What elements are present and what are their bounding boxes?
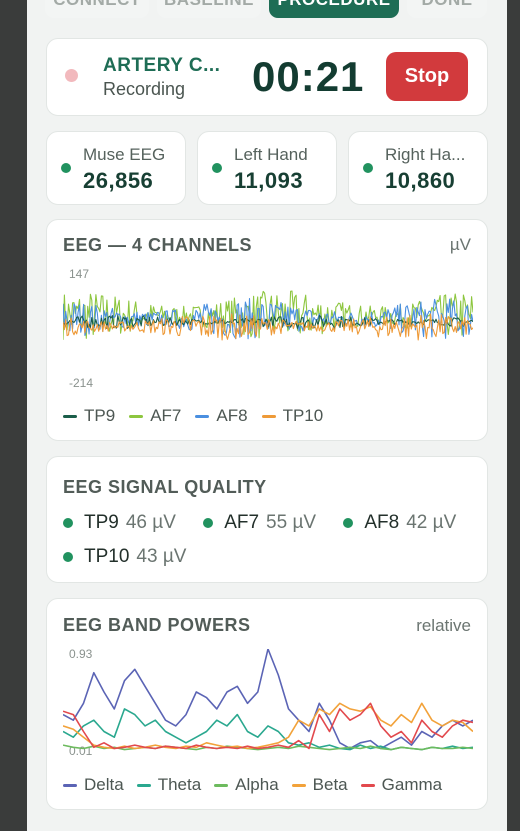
device-card-muse: Muse EEG 26,856 — [46, 131, 186, 205]
eeg-channels-card: EEG — 4 CHANNELS µV 147 -214 TP9 AF7 AF8… — [46, 219, 488, 441]
tab-baseline[interactable]: BASELINE — [157, 0, 261, 18]
band-chart-title: EEG BAND POWERS — [63, 615, 251, 635]
tab-procedure[interactable]: PROCEDURE — [269, 0, 399, 18]
connected-status-dot — [61, 163, 71, 173]
quality-row: TP9 46 µV AF7 55 µV AF8 42 µV — [63, 512, 478, 534]
signal-quality-title: EEG SIGNAL QUALITY — [63, 477, 267, 497]
procedure-title: ARTERY C... — [103, 55, 221, 76]
connected-status-dot — [363, 163, 373, 173]
device-card-left-hand: Left Hand 11,093 — [197, 131, 337, 205]
quality-item-af8: AF8 42 µV — [343, 512, 456, 534]
legend-item-tp10: TP10 — [261, 406, 323, 426]
stop-button[interactable]: Stop — [386, 52, 468, 101]
legend-item-alpha: Alpha — [214, 775, 279, 795]
legend-item-beta: Beta — [291, 775, 348, 795]
recording-card: ARTERY C... Recording 00:21 Stop — [46, 38, 488, 116]
recording-timer: 00:21 — [252, 53, 365, 100]
band-powers-card: EEG BAND POWERS relative 0.93 0.01 Delta… — [46, 598, 488, 810]
legend-item-theta: Theta — [136, 775, 201, 795]
band-chart-unit: relative — [416, 616, 471, 635]
quality-row: TP10 43 µV — [63, 546, 208, 568]
quality-item-tp9: TP9 46 µV — [63, 512, 176, 534]
legend-item-af8: AF8 — [195, 406, 248, 426]
eeg-chart-title: EEG — 4 CHANNELS — [63, 235, 253, 255]
device-sample-count: 26,856 — [83, 168, 154, 193]
device-name: Muse EEG — [83, 145, 166, 164]
eeg-series-af7 — [63, 290, 473, 340]
signal-quality-card: EEG SIGNAL QUALITY TP9 46 µV AF7 55 µV AF8… — [46, 456, 488, 583]
eeg-legend: TP9 AF7 AF8 TP10 — [63, 406, 323, 426]
device-card-right-hand: Right Ha... 10,860 — [348, 131, 488, 205]
band-legend: Delta Theta Alpha Beta Gamma — [63, 775, 442, 795]
legend-item-af7: AF7 — [129, 406, 181, 426]
recording-status: Recording — [103, 79, 186, 99]
device-sample-count: 10,860 — [385, 168, 456, 193]
eeg-waveform-plot — [63, 290, 473, 341]
device-name: Right Ha... — [385, 145, 466, 164]
quality-item-af7: AF7 55 µV — [203, 512, 316, 534]
tab-connect[interactable]: CONNECT — [45, 0, 149, 18]
quality-item-tp10: TP10 43 µV — [63, 546, 186, 568]
recording-indicator-dot — [65, 69, 78, 82]
device-sample-count: 11,093 — [234, 168, 304, 193]
eeg-chart-unit: µV — [449, 235, 471, 254]
tab-done[interactable]: DONE — [407, 0, 487, 18]
legend-item-tp9: TP9 — [63, 406, 115, 426]
band-powers-plot — [63, 649, 473, 751]
band-series-delta — [63, 649, 473, 750]
legend-item-gamma: Gamma — [360, 775, 442, 795]
connected-status-dot — [212, 163, 222, 173]
device-name: Left Hand — [234, 145, 308, 164]
app-panel: CONNECT BASELINE PROCEDURE DONE ARTERY C… — [27, 0, 507, 831]
legend-item-delta: Delta — [63, 775, 124, 795]
